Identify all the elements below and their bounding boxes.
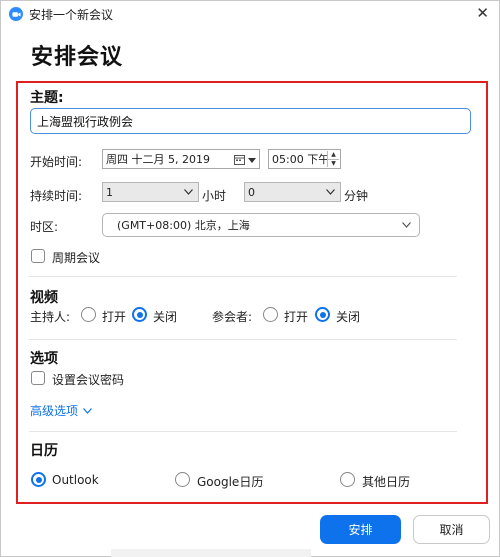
host-video-on-label: 打开: [102, 310, 127, 324]
chevron-down-icon: [326, 189, 335, 195]
start-time-value: 05:00 下午: [272, 153, 330, 166]
start-date-picker[interactable]: 周四 十二月 5, 2019: [102, 149, 260, 169]
page-title: 安排会议: [31, 45, 124, 70]
participants-video-on-label: 打开: [284, 310, 309, 324]
start-time-label: 开始时间:: [30, 155, 83, 169]
schedule-meeting-window: 安排一个新会议 ✕ 安排会议 主题: 开始时间: 周四 十二月 5, 2019 …: [0, 0, 500, 557]
chevron-down-icon: [83, 407, 92, 414]
calendar-google-label: Google日历: [197, 475, 264, 489]
calendar-outlook-radio[interactable]: [31, 472, 46, 487]
duration-label: 持续时间:: [30, 189, 83, 203]
hours-unit-label: 小时: [202, 189, 227, 203]
recurring-checkbox[interactable]: [31, 249, 45, 263]
close-icon[interactable]: ✕: [476, 5, 489, 21]
time-spinner: ▲ ▼: [327, 151, 339, 167]
topic-input[interactable]: [30, 108, 471, 134]
schedule-button[interactable]: 安排: [320, 515, 401, 544]
video-heading: 视频: [30, 290, 58, 306]
participants-video-off-radio[interactable]: [315, 307, 330, 322]
password-label: 设置会议密码: [52, 373, 125, 387]
calendar-outlook-label: Outlook: [52, 473, 99, 487]
cancel-button[interactable]: 取消: [413, 515, 490, 544]
duration-hours-value: 1: [106, 185, 113, 199]
minutes-unit-label: 分钟: [344, 189, 369, 203]
calendar-dropdown-button[interactable]: [234, 153, 256, 167]
participants-video-off-label: 关闭: [336, 310, 361, 324]
participants-video-label: 参会者:: [212, 310, 253, 324]
window-title: 安排一个新会议: [29, 7, 114, 22]
start-date-value: 周四 十二月 5, 2019: [106, 153, 210, 166]
bottom-strip: [111, 549, 311, 557]
topic-label: 主题:: [30, 90, 64, 106]
zoom-logo-icon: [9, 7, 23, 21]
host-video-label: 主持人:: [30, 310, 71, 324]
chevron-down-icon: [402, 222, 411, 228]
chevron-down-icon: [184, 189, 193, 195]
timezone-label: 时区:: [30, 220, 59, 234]
options-heading: 选项: [30, 351, 58, 367]
duration-hours-select[interactable]: 1: [102, 182, 199, 202]
advanced-options-label: 高级选项: [30, 404, 79, 418]
divider: [29, 431, 457, 432]
calendar-heading: 日历: [30, 443, 58, 459]
time-up-icon[interactable]: ▲: [328, 151, 339, 159]
duration-minutes-value: 0: [248, 185, 255, 199]
calendar-other-label: 其他日历: [362, 475, 411, 489]
host-video-on-radio[interactable]: [81, 307, 96, 322]
divider: [29, 276, 457, 277]
calendar-other-radio[interactable]: [340, 472, 355, 487]
duration-minutes-select[interactable]: 0: [244, 182, 341, 202]
calendar-icon: [234, 155, 245, 165]
title-bar: 安排一个新会议 ✕: [1, 1, 499, 27]
password-checkbox[interactable]: [31, 371, 45, 385]
chevron-down-icon: [248, 157, 256, 163]
timezone-value: (GMT+08:00) 北京，上海: [117, 219, 250, 232]
divider: [29, 339, 457, 340]
calendar-google-radio[interactable]: [175, 472, 190, 487]
host-video-off-label: 关闭: [153, 310, 178, 324]
time-down-icon[interactable]: ▼: [328, 158, 339, 168]
highlight-box: [16, 81, 488, 504]
advanced-options-link[interactable]: 高级选项: [30, 402, 92, 419]
host-video-off-radio[interactable]: [132, 307, 147, 322]
start-time-stepper[interactable]: 05:00 下午 ▲ ▼: [268, 149, 341, 169]
timezone-select[interactable]: (GMT+08:00) 北京，上海: [102, 213, 420, 237]
participants-video-on-radio[interactable]: [263, 307, 278, 322]
recurring-label: 周期会议: [52, 251, 101, 265]
